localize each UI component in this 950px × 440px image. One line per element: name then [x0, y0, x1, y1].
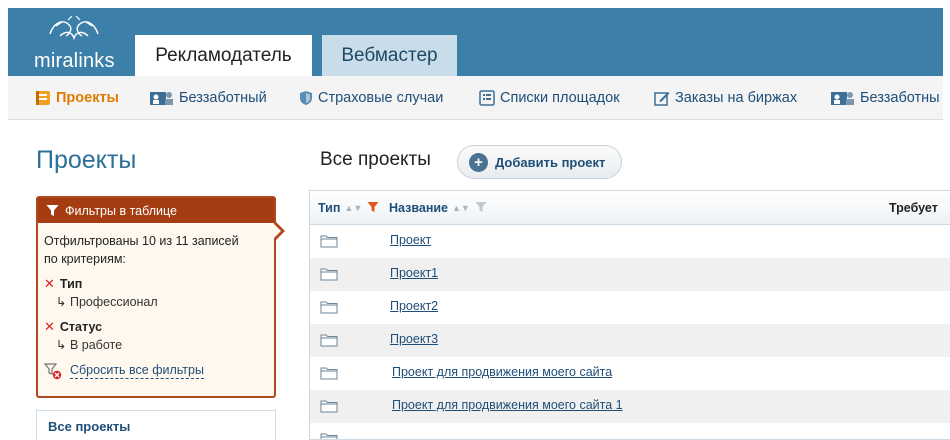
folder-icon — [320, 234, 338, 251]
funnel-icon — [46, 204, 59, 217]
nav-item-carefree[interactable]: Беззаботный — [150, 76, 267, 119]
page-title: Проекты — [36, 146, 137, 174]
project-name-link[interactable]: Проект3 — [390, 332, 438, 346]
filters-body: Отфильтрованы 10 из 11 записей по критер… — [38, 223, 274, 389]
column-header-required[interactable]: Требует — [889, 191, 938, 225]
nav-item-label: Страховые случаи — [318, 90, 444, 106]
all-projects-label: Все проекты — [48, 419, 131, 434]
table-header: Тип ▲▼ Название ▲▼ Требует — [310, 191, 950, 225]
nav-item-label: Заказы на биржах — [675, 90, 798, 106]
add-project-button[interactable]: + Добавить проект — [457, 145, 622, 179]
list-icon — [479, 90, 495, 106]
projects-icon — [35, 90, 51, 106]
column-header-type[interactable]: Тип ▲▼ — [318, 191, 379, 225]
filter-pointer — [274, 222, 285, 240]
edit-icon — [654, 90, 670, 106]
tab-webmaster[interactable]: Вебмастер — [322, 35, 457, 76]
filter-criterion-status: ✕ Статус ↳ В работе — [44, 318, 268, 354]
folder-icon — [320, 300, 338, 317]
criterion-value: Профессионал — [69, 295, 158, 309]
table-row[interactable]: Проект2 — [310, 291, 950, 324]
table-row[interactable]: Проект для продвижения моего сайта 1 — [310, 390, 950, 423]
add-project-label: Добавить проект — [495, 154, 606, 170]
filter-icon[interactable] — [475, 201, 487, 216]
remove-filter-icon[interactable]: ✕ — [44, 275, 55, 293]
nav-item-carefree-2[interactable]: Беззаботны — [831, 76, 940, 119]
all-projects-list[interactable]: Все проекты — [36, 410, 276, 440]
table-row[interactable]: Проект3 — [310, 324, 950, 357]
nav-item-insurance[interactable]: Страховые случаи — [299, 76, 444, 119]
filters-header-label: Фильтры в таблице — [65, 203, 177, 218]
nav-item-label: Беззаботный — [179, 90, 267, 106]
nav-item-projects[interactable]: Проекты — [35, 76, 119, 119]
filters-summary-line2: по критериям: — [44, 252, 126, 266]
users-icon — [150, 90, 174, 106]
table-row[interactable]: Проект — [310, 225, 950, 258]
sub-arrow-icon: ↳ — [56, 295, 67, 309]
logo-text: miralinks — [34, 50, 115, 72]
table-row[interactable]: Проект1 — [310, 258, 950, 291]
project-name-link[interactable]: Проект1 — [390, 266, 438, 280]
clear-filter-icon — [44, 362, 62, 380]
project-name-link[interactable]: Проект2 — [390, 299, 438, 313]
project-name-link[interactable]: Проект — [390, 233, 431, 247]
folder-icon — [320, 399, 338, 416]
active-filter-icon[interactable] — [367, 201, 379, 216]
section-nav: Проекты Беззаботный Страховые случаи Спи… — [8, 76, 943, 120]
shield-icon — [299, 90, 313, 106]
plus-icon: + — [469, 152, 488, 172]
folder-icon — [320, 432, 338, 439]
hands-logo-icon — [49, 15, 99, 41]
reset-filters-link[interactable]: Сбросить все фильтры — [70, 363, 204, 379]
filter-criterion-type: ✕ Тип ↳ Профессионал — [44, 275, 268, 311]
criterion-value: В работе — [69, 338, 123, 352]
table-row[interactable] — [310, 423, 950, 439]
top-header: miralinks Рекламодатель Вебмастер — [8, 8, 943, 76]
nav-item-site-lists[interactable]: Списки площадок — [479, 76, 620, 119]
tab-advertiser[interactable]: Рекламодатель — [135, 35, 312, 76]
criterion-name: Статус — [59, 320, 103, 334]
folder-icon — [320, 366, 338, 383]
nav-item-label: Проекты — [56, 90, 119, 106]
column-label: Тип — [318, 201, 341, 215]
project-name-link[interactable]: Проект для продвижения моего сайта 1 — [392, 398, 623, 412]
nav-item-label: Списки площадок — [500, 90, 620, 106]
main-title: Все проекты — [320, 149, 431, 170]
miralinks-logo[interactable]: miralinks — [34, 14, 115, 74]
folder-icon — [320, 267, 338, 284]
remove-filter-icon[interactable]: ✕ — [44, 318, 55, 336]
table-body: Проект Проект1 Проект2 Проект3 Проект дл… — [310, 225, 950, 439]
filters-summary-line1: Отфильтрованы 10 из 11 записей — [44, 234, 239, 248]
sort-icon[interactable]: ▲▼ — [344, 203, 362, 213]
nav-item-label: Беззаботны — [860, 90, 940, 106]
table-row[interactable]: Проект для продвижения моего сайта — [310, 357, 950, 390]
folder-icon — [320, 333, 338, 350]
column-label: Требует — [889, 201, 938, 215]
projects-table: Тип ▲▼ Название ▲▼ Требует Проект Проект… — [309, 190, 950, 440]
reset-filters[interactable]: Сбросить все фильтры — [44, 362, 268, 380]
sort-icon[interactable]: ▲▼ — [452, 203, 470, 213]
users-icon — [831, 90, 855, 106]
column-header-name[interactable]: Название ▲▼ — [389, 191, 487, 225]
sub-arrow-icon: ↳ — [56, 338, 67, 352]
criterion-name: Тип — [59, 277, 83, 291]
filters-header: Фильтры в таблице — [38, 198, 274, 223]
table-filters-panel: Фильтры в таблице Отфильтрованы 10 из 11… — [36, 196, 285, 398]
column-label: Название — [389, 201, 449, 215]
nav-item-exchange-orders[interactable]: Заказы на биржах — [654, 76, 798, 119]
project-name-link[interactable]: Проект для продвижения моего сайта — [392, 365, 612, 379]
